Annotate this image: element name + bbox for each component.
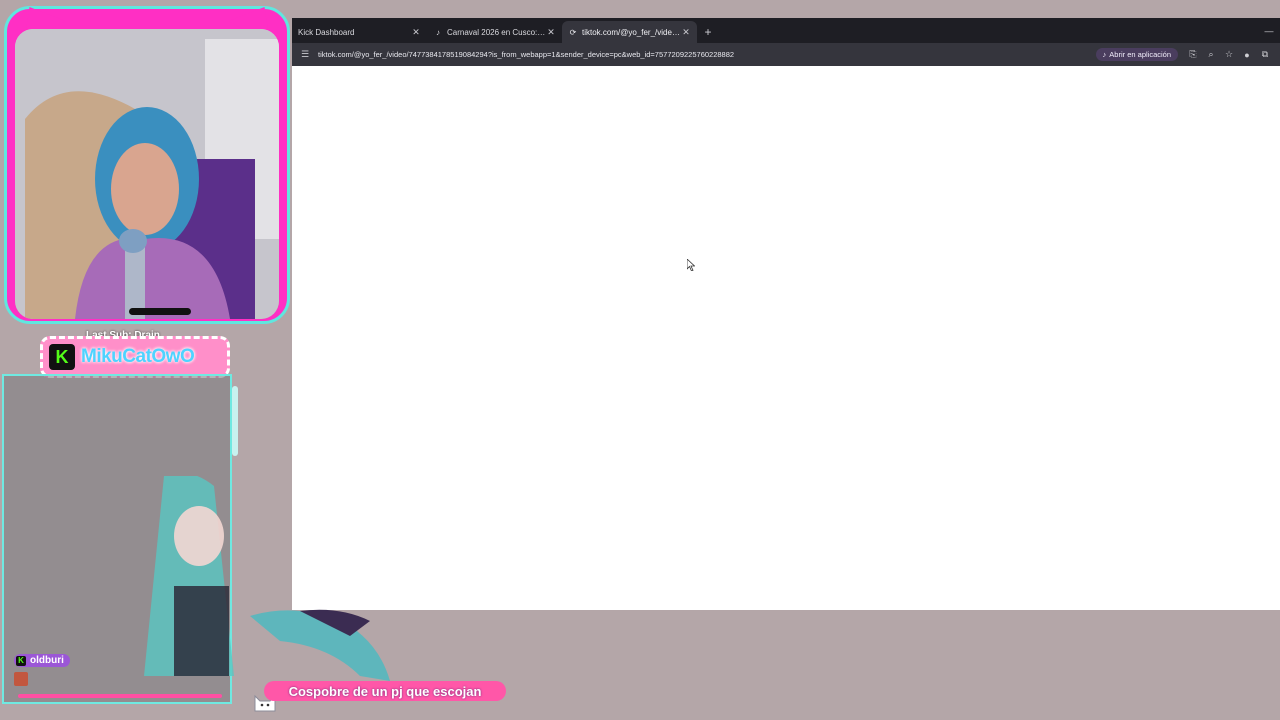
page-content[interactable] [292,66,1280,610]
tab-kick-dashboard[interactable]: Kick Dashboard ✕ [292,21,427,43]
streamer-name: MikuCatOwO [81,346,195,367]
tab-title: Kick Dashboard [298,27,355,37]
extensions-puzzle-icon[interactable]: ⧉ [1256,46,1274,64]
tiktok-icon: ♪ [436,27,440,37]
streamer-name-badge: K MikuCatOwO [40,336,230,378]
zoom-icon[interactable]: ⌕ [1202,46,1220,64]
loading-icon: ⟳ [569,27,577,37]
streamer-video [15,29,279,319]
close-icon[interactable]: ✕ [681,27,691,38]
browser-window: Kick Dashboard ✕ ♪ Carnaval 2026 en Cusc… [292,18,1280,610]
address-bar[interactable]: tiktok.com/@yo_fer_/video/74773841785190… [318,50,1096,59]
chat-panel: K oldburi [2,374,238,704]
tab-title: tiktok.com/@yo_fer_/video/74 [582,27,681,37]
address-toolbar: ☰ tiktok.com/@yo_fer_/video/747738417851… [292,43,1280,66]
window-controls: — [1258,18,1280,43]
open-in-app-button[interactable]: ♪ Abrir en aplicación [1095,48,1178,61]
site-info-icon[interactable]: ☰ [298,48,312,62]
chat-username-badge: K oldburi [14,654,70,667]
kick-logo-icon: K [49,344,75,370]
vtuber-avatar [144,476,234,676]
bookmark-star-icon[interactable]: ☆ [1220,46,1238,64]
webcam-frame [4,0,290,324]
open-in-app-label: Abrir en aplicación [1109,50,1171,59]
character-illustration [250,609,390,681]
webcam-feed [15,29,279,319]
mouse-cursor-icon [687,259,695,271]
extension-icon[interactable]: ● [1238,46,1256,64]
close-icon[interactable]: ✕ [411,27,421,38]
chat-username: oldburi [30,655,64,666]
tiktok-icon: ♪ [1102,50,1107,59]
translate-icon[interactable]: ⎘ [1184,46,1202,64]
kick-badge-icon: K [16,655,26,666]
new-tab-button[interactable]: + [697,21,719,43]
tab-bar: Kick Dashboard ✕ ♪ Carnaval 2026 en Cusc… [292,18,1280,43]
webcam-bottom-bar [129,308,191,315]
tab-title: Carnaval 2026 en Cusco: La Fie [447,27,546,37]
tab-carnaval[interactable]: ♪ Carnaval 2026 en Cusco: La Fie ✕ [427,21,562,43]
alert-text: Cospobre de un pj que escojan [288,683,482,699]
close-icon[interactable]: ✕ [546,27,556,38]
tab-tiktok-video[interactable]: ⟳ tiktok.com/@yo_fer_/video/74 ✕ [562,21,697,43]
chat-emote-icon [14,672,28,686]
alert-banner: Cospobre de un pj que escojan [264,681,506,701]
chat-scrollbar[interactable] [232,386,238,456]
chat-bottom-bar [18,694,222,698]
minimize-icon[interactable]: — [1258,18,1280,43]
